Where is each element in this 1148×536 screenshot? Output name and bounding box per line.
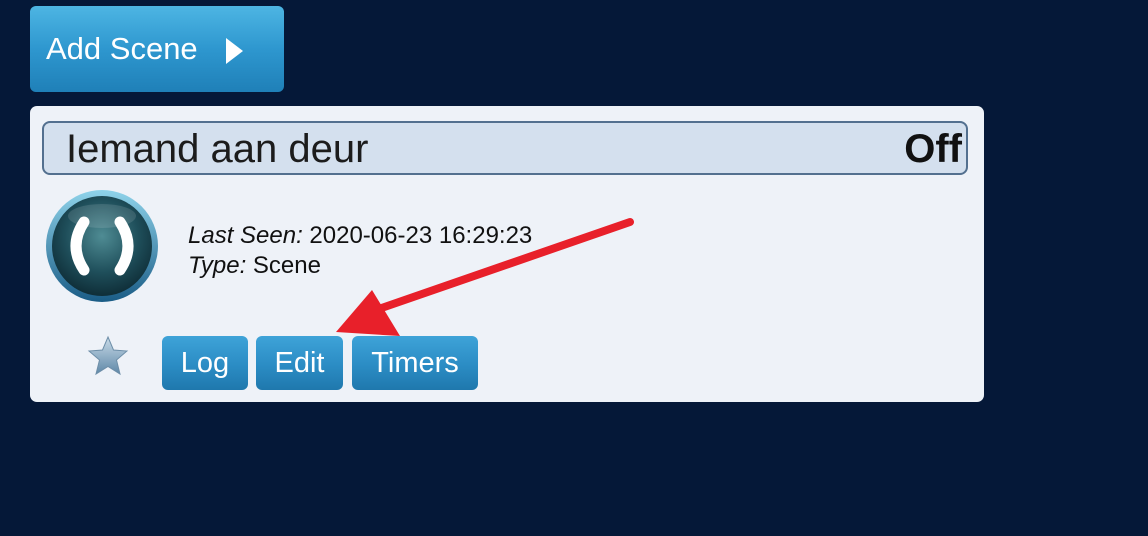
scene-status: Off [904,127,962,171]
type-label: Type: [188,252,247,279]
add-scene-button[interactable]: Add Scene [30,6,284,92]
last-seen-value: 2020-06-23 16:29:23 [302,222,533,249]
add-scene-label: Add Scene [46,31,198,66]
scene-info: Last Seen: 2020-06-23 16:29:23 Type: Sce… [188,221,532,281]
scene-title-bar: Iemand aan deur Off [42,121,968,175]
type-value: Scene [246,252,321,279]
timers-button[interactable]: Timers [352,336,478,390]
last-seen-row: Last Seen: 2020-06-23 16:29:23 [188,221,532,251]
log-button[interactable]: Log [162,336,248,390]
type-row: Type: Scene [188,251,532,281]
star-icon[interactable] [86,334,130,378]
triangle-right-icon [225,38,243,64]
scene-name: Iemand aan deur [66,127,369,171]
last-seen-label: Last Seen: [188,222,303,249]
scene-icon[interactable] [44,188,160,304]
scene-card: Iemand aan deur Off Last Seen: 2020-06-2… [30,106,984,402]
edit-button[interactable]: Edit [256,336,343,390]
